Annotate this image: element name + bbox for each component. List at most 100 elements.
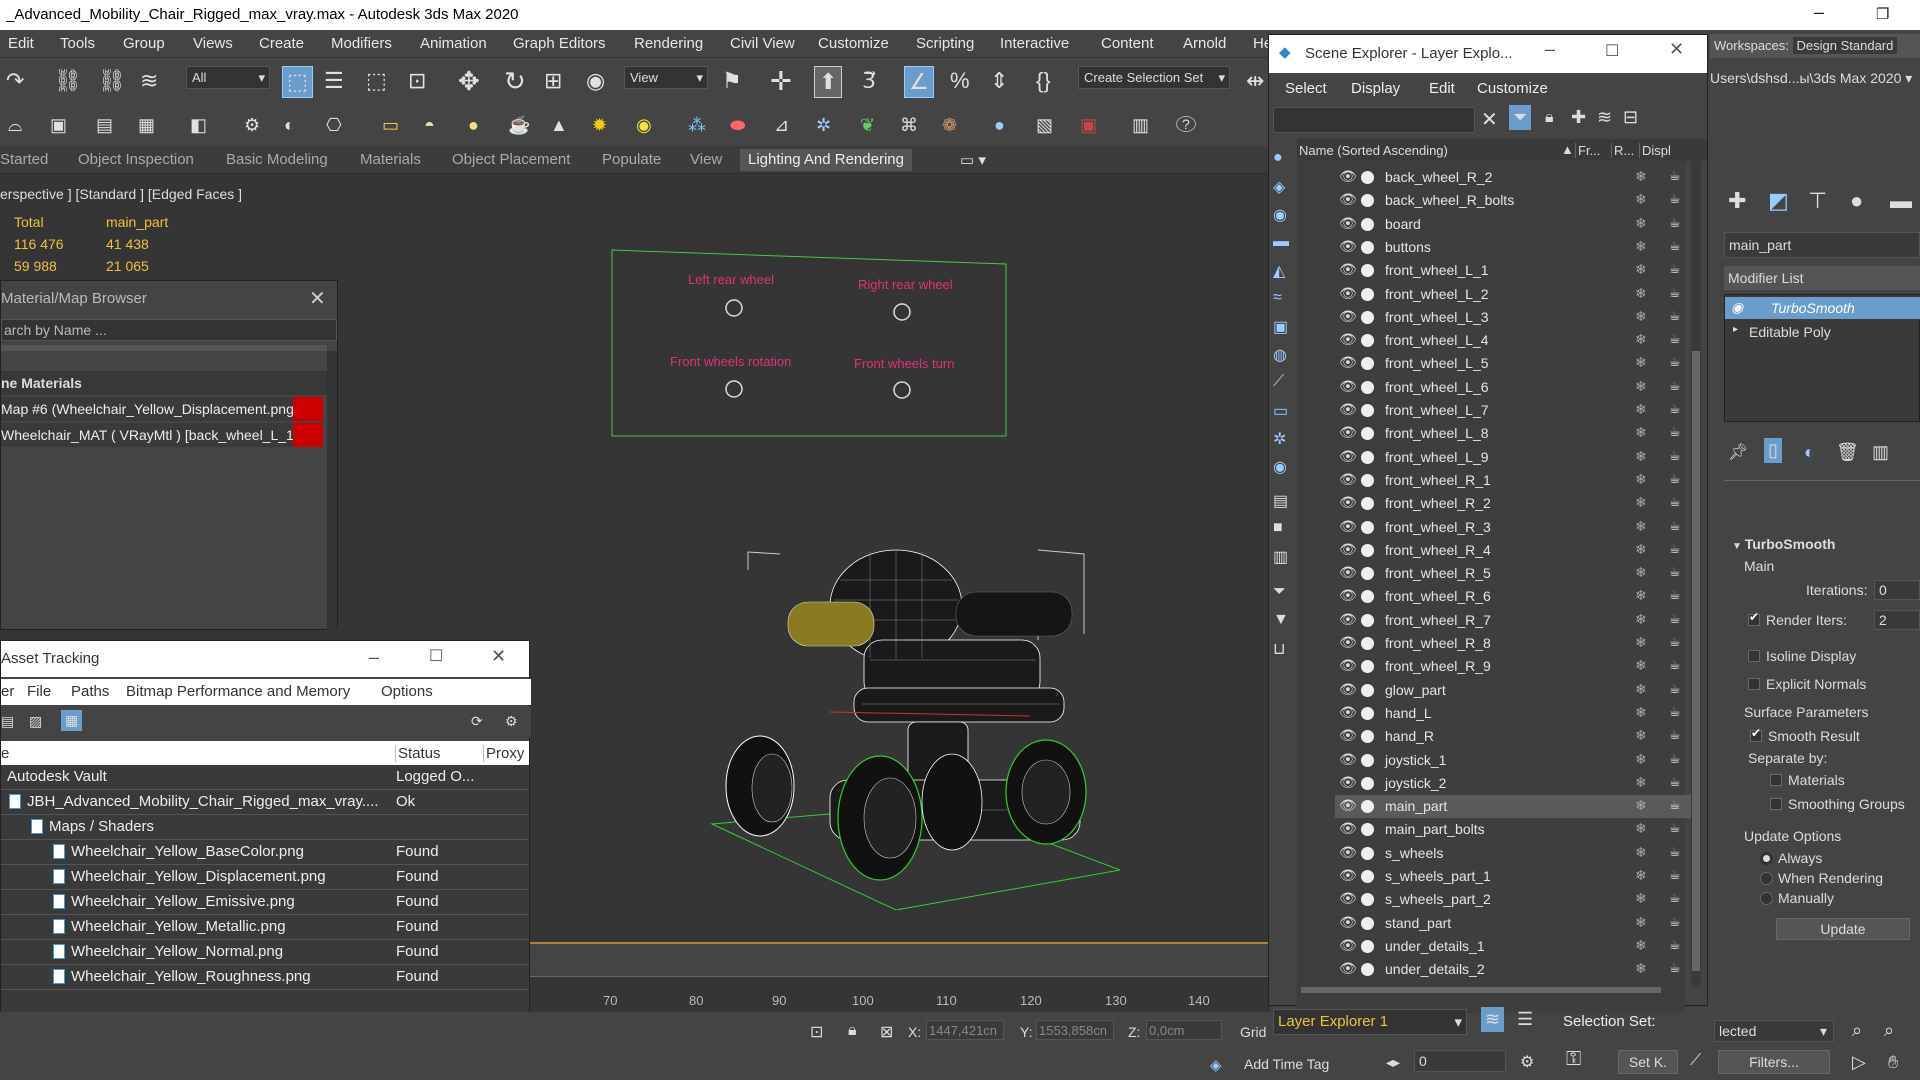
scene-object-row[interactable]: 👁︎ joystick_1 ❄︎ ☕︎ — [1335, 749, 1695, 772]
mirror-icon[interactable]: ⇹ — [1246, 70, 1264, 92]
render-frame-icon[interactable]: ▣ — [50, 116, 67, 134]
visibility-eye-icon[interactable]: 👁︎ — [1339, 564, 1357, 581]
particles-icon[interactable]: ⁂ — [688, 116, 706, 134]
renderable-teapot-icon[interactable]: ☕︎ — [1669, 634, 1681, 650]
modifier-list-dropdown[interactable]: Modifier List — [1724, 266, 1920, 290]
renderable-teapot-icon[interactable]: ☕︎ — [1669, 238, 1681, 254]
key-filter-icon[interactable]: ⟋ — [1690, 1052, 1701, 1070]
keyboard-shortcut-icon[interactable]: ⬆ — [814, 66, 843, 98]
vault-icon[interactable]: ⚙ — [505, 713, 518, 730]
time-config-icon[interactable]: ⚙ — [1520, 1052, 1534, 1072]
material-browser-scrollbar[interactable] — [327, 351, 337, 631]
scene-object-row[interactable]: 👁︎ buttons ❄︎ ☕︎ — [1335, 236, 1695, 259]
maximize-icon[interactable]: ☐ — [1605, 41, 1619, 61]
export-icon[interactable]: ▥ — [1132, 116, 1149, 134]
renderable-teapot-icon[interactable]: ☕︎ — [1669, 937, 1681, 953]
material-item[interactable]: Map #6 (Wheelchair_Yellow_Displacement.p… — [1, 397, 323, 421]
control-right-rear-wheel[interactable] — [893, 303, 911, 321]
plant-icon[interactable]: ❦ — [860, 116, 875, 134]
table-row[interactable]: Wheelchair_Yellow_Emissive.png Found — [1, 890, 529, 915]
visibility-eye-icon[interactable]: 👁︎ — [1339, 331, 1357, 348]
make-unique-icon[interactable]: ◐ — [1804, 442, 1815, 463]
zoom-all-icon[interactable]: ⌕ — [1884, 1020, 1894, 1041]
redo-icon[interactable]: ↷ — [6, 70, 24, 92]
close-icon[interactable]: ✕ — [1669, 39, 1684, 60]
materials-checkbox[interactable] — [1770, 774, 1782, 786]
material-editor-icon[interactable]: ◧ — [190, 116, 207, 134]
tab-object-inspection[interactable]: Object Inspection — [78, 151, 194, 168]
scene-object-row[interactable]: 👁︎ back_wheel_R_bolts ❄︎ ☕︎ — [1335, 189, 1695, 212]
scene-object-row[interactable]: 👁︎ front_wheel_L_2 ❄︎ ☕︎ — [1335, 283, 1695, 306]
when-rendering-radio[interactable] — [1760, 872, 1773, 885]
visibility-eye-icon[interactable]: 👁︎ — [1339, 844, 1357, 861]
visibility-eye-icon[interactable]: 👁︎ — [1339, 354, 1357, 371]
renderable-teapot-icon[interactable]: ☕︎ — [1669, 494, 1681, 510]
spacewarps-icon[interactable]: ▣ — [1273, 317, 1288, 337]
scene-object-row[interactable]: 👁︎ front_wheel_R_2 ❄︎ ☕︎ — [1335, 492, 1695, 515]
hair-icon[interactable]: ⌘ — [900, 116, 918, 134]
mtl-icon[interactable]: ⬬ — [730, 116, 745, 134]
freeze-icon[interactable]: ❄︎ — [1635, 751, 1647, 768]
select-object-icon[interactable]: ⬚ — [282, 66, 313, 98]
refresh-icon[interactable]: ⟳ — [471, 713, 483, 730]
freeze-icon[interactable]: ❄︎ — [1635, 215, 1647, 232]
configure-sets-icon[interactable]: ▥ — [1872, 442, 1889, 463]
unlink-icon[interactable]: ⛓ — [98, 70, 126, 92]
zoom-icon[interactable]: ⌕ — [1852, 1020, 1862, 1041]
menu-graph-editors[interactable]: Graph Editors — [513, 35, 606, 52]
header-display[interactable]: Displ — [1639, 143, 1671, 158]
snap-toggle-icon[interactable]: 3⃗ — [862, 70, 876, 92]
viewport-label[interactable]: erspective ] [Standard ] [Edged Faces ] — [0, 186, 242, 202]
light-icon[interactable]: ◉ — [636, 116, 652, 134]
header-status[interactable]: Status — [395, 745, 441, 762]
sun-icon[interactable]: ✹ — [592, 116, 607, 134]
scene-object-row[interactable]: 👁︎ front_wheel_L_6 ❄︎ ☕︎ — [1335, 376, 1695, 399]
scene-object-row[interactable]: 👁︎ joystick_2 ❄︎ ☕︎ — [1335, 772, 1695, 795]
move-icon[interactable]: ✥ — [458, 68, 480, 94]
renderable-teapot-icon[interactable]: ☕︎ — [1669, 960, 1681, 976]
manually-radio[interactable] — [1760, 892, 1773, 905]
freeze-icon[interactable]: ❄︎ — [1635, 168, 1647, 185]
menu-animation[interactable]: Animation — [420, 35, 487, 52]
funnel-icon[interactable]: ⏷ — [1273, 583, 1286, 601]
renderable-teapot-icon[interactable]: ☕︎ — [1669, 844, 1681, 860]
create-selection-set-dropdown[interactable]: Create Selection Set ▾ — [1078, 66, 1230, 89]
close-icon[interactable]: ✕ — [491, 646, 506, 667]
scene-object-row[interactable]: 👁︎ front_wheel_R_8 ❄︎ ☕︎ — [1335, 632, 1695, 655]
menu-edit[interactable]: Edit — [8, 35, 34, 52]
scene-object-row[interactable]: 👁︎ front_wheel_L_3 ❄︎ ☕︎ — [1335, 306, 1695, 329]
menu-create[interactable]: Create — [259, 35, 304, 52]
visibility-eye-icon[interactable]: 👁︎ — [1339, 238, 1357, 255]
isolate-icon[interactable]: ⊡ — [810, 1022, 823, 1042]
scene-object-row[interactable]: 👁︎ main_part_bolts ❄︎ ☕︎ — [1335, 818, 1695, 841]
scene-object-row[interactable]: 👁︎ board ❄︎ ☕︎ — [1335, 213, 1695, 236]
workspace-dropdown[interactable]: Design Standard — [1792, 37, 1898, 54]
renderable-teapot-icon[interactable]: ☕︎ — [1669, 424, 1681, 440]
remove-modifier-icon[interactable]: 🗑︎ — [1836, 442, 1859, 463]
maximize-icon[interactable]: ☐ — [429, 646, 443, 666]
globe-icon[interactable]: ● — [994, 116, 1005, 134]
scene-object-row[interactable]: 👁︎ under_details_1 ❄︎ ☕︎ — [1335, 935, 1695, 958]
groups-icon[interactable]: ◍ — [1273, 345, 1287, 365]
tab-materials[interactable]: Materials — [360, 151, 421, 168]
freeze-icon[interactable]: ❄︎ — [1635, 844, 1647, 861]
render-production-icon[interactable]: ⎔ — [326, 116, 342, 134]
timeline[interactable]: 70 80 90 100 110 120 130 140 — [530, 976, 1270, 1012]
renderable-teapot-icon[interactable]: ☕︎ — [1669, 890, 1681, 906]
freeze-icon[interactable]: ❄︎ — [1635, 448, 1647, 465]
freeze-icon[interactable]: ❄︎ — [1635, 331, 1647, 348]
menu-bitmap-performance[interactable]: Bitmap Performance and Memory — [126, 683, 350, 700]
freeze-icon[interactable]: ❄︎ — [1635, 727, 1647, 744]
visibility-eye-icon[interactable]: 👁︎ — [1339, 774, 1357, 791]
render-iters-field[interactable]: 2 — [1874, 610, 1920, 630]
freeze-icon[interactable]: ❄︎ — [1635, 354, 1647, 371]
renderable-teapot-icon[interactable]: ☕︎ — [1669, 261, 1681, 277]
tree-view-icon[interactable]: ▨ — [29, 713, 42, 730]
scene-object-row[interactable]: 👁︎ front_wheel_R_5 ❄︎ ☕︎ — [1335, 562, 1695, 585]
layer-explorer-dropdown[interactable]: Layer Explorer 1 ▾ — [1273, 1009, 1467, 1035]
pivot-center-icon[interactable]: ⚑ — [722, 70, 742, 92]
visibility-eye-icon[interactable]: 👁︎ — [1339, 424, 1357, 441]
key-icon[interactable]: ⚿ — [1566, 1048, 1581, 1071]
expand-icon[interactable]: ▸ — [1733, 324, 1738, 335]
scene-object-row[interactable]: 👁︎ front_wheel_L_8 ❄︎ ☕︎ — [1335, 422, 1695, 445]
